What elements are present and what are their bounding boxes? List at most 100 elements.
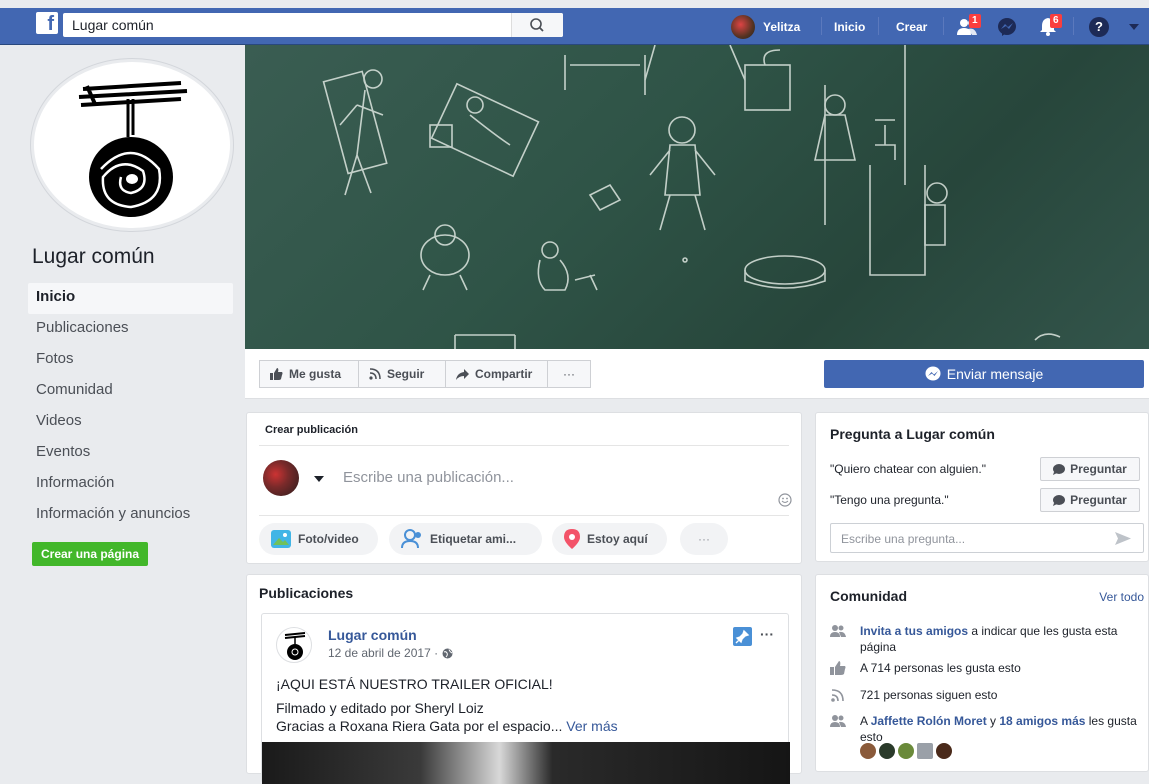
post-text-line: Filmado y editado por Sheryl Loiz xyxy=(276,700,484,716)
thumbs-up-icon xyxy=(830,661,846,675)
ask-page-card: Pregunta a Lugar común "Quiero chatear c… xyxy=(815,412,1149,562)
post-author-name[interactable]: Lugar común xyxy=(328,627,417,643)
user-name: Yelitza xyxy=(763,19,801,34)
rss-icon xyxy=(831,689,844,702)
nav-item-publicaciones[interactable]: Publicaciones xyxy=(28,314,233,345)
check-in-label: Estoy aquí xyxy=(587,532,648,546)
profile-link[interactable]: Yelitza xyxy=(731,8,800,45)
nav-item-informacion[interactable]: Información xyxy=(28,469,233,500)
post-input[interactable]: Escribe una publicación... xyxy=(343,469,514,486)
page-logo-icon xyxy=(284,632,306,660)
follow-label: Seguir xyxy=(387,367,425,381)
suggested-question-1: "Quiero chatear con alguien." xyxy=(830,462,986,476)
notifications-button[interactable]: 6 xyxy=(1033,8,1063,45)
home-link[interactable]: Inicio xyxy=(834,8,865,45)
ask-button-2[interactable]: Preguntar xyxy=(1040,488,1140,512)
post-date: 12 de abril de 2017 · xyxy=(328,646,439,660)
tag-friends-button[interactable]: Etiquetar ami... xyxy=(389,523,542,555)
photo-video-button[interactable]: Foto/video xyxy=(259,523,378,555)
cover-chalk-drawing xyxy=(322,45,1061,349)
composer-more-button[interactable]: ··· xyxy=(680,523,728,555)
nav-item-videos[interactable]: Videos xyxy=(28,407,233,438)
chevron-down-icon xyxy=(314,476,324,482)
posts-title: Publicaciones xyxy=(259,585,354,601)
check-in-button[interactable]: Estoy aquí xyxy=(552,523,667,555)
nav-item-comunidad[interactable]: Comunidad xyxy=(28,376,233,407)
profile-picture[interactable] xyxy=(31,59,233,231)
user-avatar xyxy=(731,14,755,39)
follow-button[interactable]: Seguir xyxy=(358,360,446,388)
location-pin-icon xyxy=(564,529,580,549)
globe-icon xyxy=(442,648,453,658)
community-card: Comunidad Ver todo Invita a tus amigos a… xyxy=(815,574,1149,772)
friends-like-row: A Jaffette Rolón Moret y 18 amigos más l… xyxy=(830,713,1140,765)
page-title: Lugar común xyxy=(32,245,155,268)
friend-avatar[interactable] xyxy=(898,743,914,759)
messenger-icon xyxy=(998,17,1016,36)
see-more-link[interactable]: Ver más xyxy=(566,718,617,734)
create-post-card: Crear publicación Escribe una publicació… xyxy=(246,412,802,564)
share-button[interactable]: Compartir xyxy=(445,360,548,388)
tag-friends-icon xyxy=(401,529,421,549)
like-button[interactable]: Me gusta xyxy=(259,360,359,388)
send-icon[interactable] xyxy=(1115,532,1131,545)
nav-divider xyxy=(1073,17,1074,35)
pinned-post-badge xyxy=(733,627,752,646)
like-label: Me gusta xyxy=(289,367,342,381)
composer-avatar xyxy=(263,460,299,496)
more-friends-link[interactable]: 18 amigos más xyxy=(999,714,1085,728)
send-message-label: Enviar mensaje xyxy=(946,366,1044,382)
nav-item-fotos[interactable]: Fotos xyxy=(28,345,233,376)
chat-bubble-icon xyxy=(1053,463,1066,475)
divider xyxy=(259,445,789,446)
nav-item-eventos[interactable]: Eventos xyxy=(28,438,233,469)
post-timestamp[interactable]: 12 de abril de 2017 · xyxy=(328,646,453,660)
likes-count-text: A 714 personas les gusta esto xyxy=(860,661,1021,675)
post-author-avatar[interactable] xyxy=(276,627,312,663)
question-input[interactable]: Escribe una pregunta... xyxy=(830,523,1144,553)
cover-photo[interactable] xyxy=(245,45,1149,349)
facebook-logo[interactable]: f xyxy=(36,12,58,34)
photo-video-label: Foto/video xyxy=(298,532,359,546)
friend-requests-button[interactable]: 1 xyxy=(952,8,982,45)
friends-icon xyxy=(830,625,846,637)
search-bar[interactable]: Lugar común xyxy=(63,13,563,37)
see-all-link[interactable]: Ver todo xyxy=(1099,590,1144,604)
friend-avatar[interactable] xyxy=(917,743,933,759)
search-button[interactable] xyxy=(511,13,563,37)
send-message-button[interactable]: Enviar mensaje xyxy=(824,360,1144,388)
tag-friends-label: Etiquetar ami... xyxy=(430,532,517,546)
nav-item-inicio[interactable]: Inicio xyxy=(28,283,233,314)
emoji-icon[interactable] xyxy=(778,493,792,507)
account-menu-button[interactable] xyxy=(1124,8,1144,45)
help-icon: ? xyxy=(1089,16,1109,37)
share-arrow-icon xyxy=(456,368,469,380)
chevron-down-icon xyxy=(1129,23,1139,30)
page-logo-icon xyxy=(78,81,188,217)
pinned-post: Lugar común 12 de abril de 2017 · ··· ¡A… xyxy=(261,613,790,784)
more-actions-button[interactable]: ··· xyxy=(547,360,591,388)
invite-text: Invita a tus amigos a indicar que les gu… xyxy=(860,623,1140,655)
chat-bubble-icon xyxy=(1053,494,1066,506)
create-page-button[interactable]: Crear una página xyxy=(32,542,149,566)
thumbs-up-icon xyxy=(270,368,283,380)
friend-name-link[interactable]: Jaffette Rolón Moret xyxy=(871,714,987,728)
create-link[interactable]: Crear xyxy=(896,8,927,45)
likes-row: A 714 personas les gusta esto xyxy=(830,660,1140,676)
help-button[interactable]: ? xyxy=(1084,8,1114,45)
post-video-thumbnail[interactable] xyxy=(262,742,790,784)
messenger-button[interactable] xyxy=(992,8,1022,45)
photo-icon xyxy=(271,530,291,548)
notifications-badge: 6 xyxy=(1050,14,1062,28)
invite-friends-link[interactable]: Invita a tus amigos xyxy=(860,624,968,638)
nav-item-informacion-anuncios[interactable]: Información y anuncios xyxy=(28,500,233,531)
nav-divider xyxy=(821,17,822,35)
divider xyxy=(259,515,789,516)
friend-avatar[interactable] xyxy=(879,743,895,759)
friend-avatar[interactable] xyxy=(860,743,876,759)
friends-prefix: A xyxy=(860,714,871,728)
search-input[interactable]: Lugar común xyxy=(72,17,154,33)
friend-avatar[interactable] xyxy=(936,743,952,759)
ask-button-1[interactable]: Preguntar xyxy=(1040,457,1140,481)
post-options-button[interactable]: ··· xyxy=(760,626,774,642)
